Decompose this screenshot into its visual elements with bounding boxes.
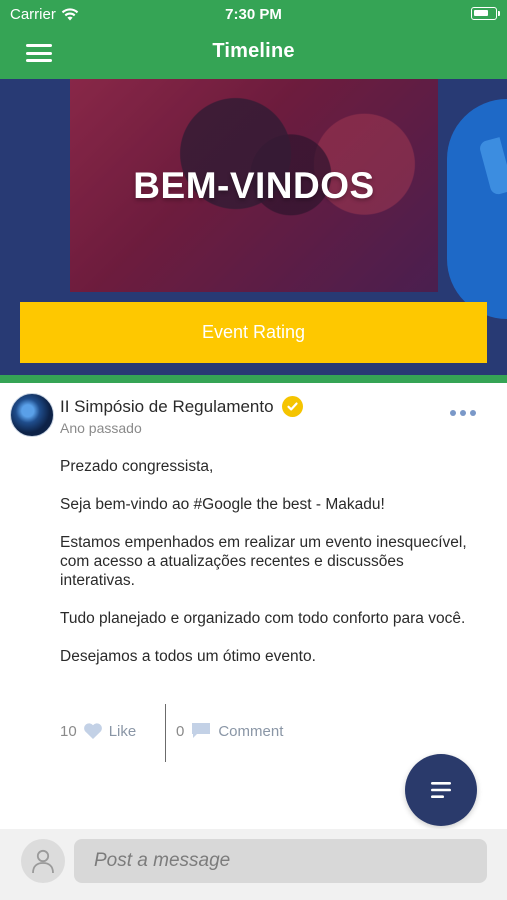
author-avatar[interactable]: [10, 393, 54, 437]
message-composer: [0, 829, 507, 900]
action-divider: [165, 704, 166, 762]
filter-fab-button[interactable]: [405, 754, 477, 826]
divider: [0, 375, 507, 383]
post-paragraph: Tudo planejado e organizado com todo con…: [60, 610, 466, 627]
post-paragraph: Estamos empenhados em realizar um evento…: [60, 534, 467, 589]
like-count: 10: [60, 722, 77, 740]
post-author[interactable]: II Simpósio de Regulamento: [60, 396, 303, 417]
heart-icon: [83, 723, 102, 739]
page-title: Timeline: [212, 40, 295, 62]
post-message-input[interactable]: [74, 839, 487, 883]
like-label: Like: [108, 722, 137, 740]
nav-bar: Timeline: [0, 28, 507, 79]
author-name[interactable]: II Simpósio de Regulamento: [60, 397, 274, 417]
comment-button[interactable]: 0 Comment: [176, 722, 283, 740]
list-icon: [431, 782, 451, 798]
comment-icon: [192, 723, 211, 738]
post-paragraph: Seja bem-vindo ao #Google the best - Mak…: [60, 496, 385, 513]
event-banner: BEM-VINDOS Event Rating: [0, 79, 507, 375]
post-paragraph: Desejamos a todos um ótimo evento.: [60, 648, 316, 665]
post-body: Prezado congressista, Seja bem-vindo ao …: [60, 457, 470, 685]
comment-label: Comment: [218, 722, 284, 740]
status-bar: Carrier 7:30 PM: [0, 0, 507, 28]
verified-badge-icon: [281, 396, 303, 417]
banner-decoration: [447, 99, 507, 319]
banner-title: BEM-VINDOS: [133, 165, 375, 206]
user-avatar-icon[interactable]: [21, 839, 65, 883]
event-rating-button[interactable]: Event Rating: [20, 302, 487, 363]
post-timestamp: Ano passado: [60, 420, 142, 436]
clock: 7:30 PM: [225, 6, 282, 23]
like-button[interactable]: 10 Like: [60, 722, 136, 740]
post-paragraph: Prezado congressista,: [60, 458, 214, 475]
comment-count: 0: [176, 722, 185, 740]
more-options-icon[interactable]: [450, 410, 476, 416]
battery-icon: [471, 7, 500, 20]
top-bar: Carrier 7:30 PM Timeline: [0, 0, 507, 79]
